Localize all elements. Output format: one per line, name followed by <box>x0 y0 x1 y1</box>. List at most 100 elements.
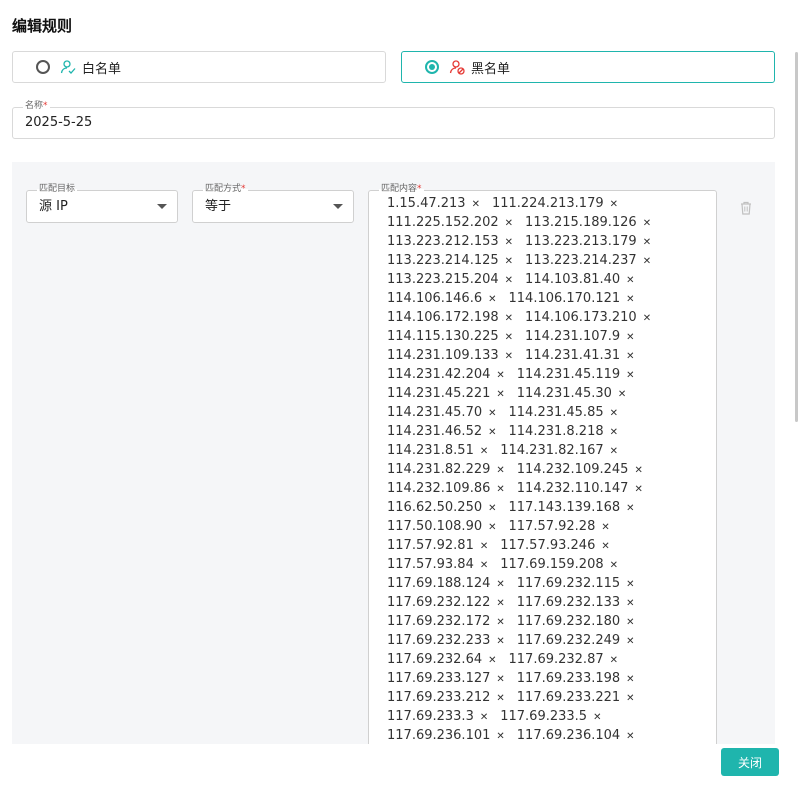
remove-tag-icon[interactable]: ✕ <box>626 294 634 305</box>
blacklist-label: 黑名单 <box>471 61 511 77</box>
ip-tag-text: 117.57.93.246 <box>500 538 596 553</box>
remove-tag-icon[interactable]: ✕ <box>643 313 651 324</box>
ip-tag-text: 114.231.109.133 <box>387 348 499 363</box>
name-label: 名称* <box>23 101 50 111</box>
remove-tag-icon[interactable]: ✕ <box>610 655 618 666</box>
match-method-value: 等于 <box>205 199 232 214</box>
remove-tag-icon[interactable]: ✕ <box>505 313 513 324</box>
ip-tag-text: 117.69.236.104 <box>516 728 621 743</box>
rule-panel: 源 IP 匹配目标 等于 匹配方式* 1.15.47.213 ✕ 111.224.2… <box>12 162 775 744</box>
remove-tag-icon[interactable]: ✕ <box>496 674 504 685</box>
remove-tag-icon[interactable]: ✕ <box>634 465 642 476</box>
remove-tag-icon[interactable]: ✕ <box>626 332 634 343</box>
name-input[interactable]: 2025-5-25 <box>12 107 775 139</box>
remove-tag-icon[interactable]: ✕ <box>610 427 618 438</box>
remove-tag-icon[interactable]: ✕ <box>472 199 480 210</box>
remove-tag-icon[interactable]: ✕ <box>496 598 504 609</box>
ip-tag-text: 114.106.173.210 <box>525 310 637 325</box>
remove-tag-icon[interactable]: ✕ <box>626 351 634 362</box>
ip-tag: 117.69.233.212 ✕ <box>387 689 505 708</box>
remove-tag-icon[interactable]: ✕ <box>488 294 496 305</box>
whitelist-label: 白名单 <box>82 61 122 77</box>
ip-tag: 117.69.159.208 ✕ <box>500 556 618 575</box>
remove-tag-icon[interactable]: ✕ <box>480 446 488 457</box>
remove-tag-icon[interactable]: ✕ <box>480 712 488 723</box>
match-target-select[interactable]: 源 IP <box>26 190 178 223</box>
remove-tag-icon[interactable]: ✕ <box>505 351 513 362</box>
ip-tag: 114.106.172.198 ✕ <box>387 309 513 328</box>
remove-tag-icon[interactable]: ✕ <box>601 541 609 552</box>
remove-tag-icon[interactable]: ✕ <box>496 465 504 476</box>
blacklist-option[interactable]: 黑名单 <box>401 51 775 83</box>
match-method-select[interactable]: 等于 <box>192 190 354 223</box>
remove-tag-icon[interactable]: ✕ <box>626 731 634 742</box>
remove-tag-icon[interactable]: ✕ <box>626 275 634 286</box>
remove-tag-icon[interactable]: ✕ <box>496 617 504 628</box>
ip-tag-text: 113.223.214.125 <box>387 253 499 268</box>
dialog-title: 编辑规则 <box>12 17 73 35</box>
ip-tag: 114.232.109.245 ✕ <box>517 461 643 480</box>
remove-tag-icon[interactable]: ✕ <box>488 655 496 666</box>
close-button[interactable]: 关闭 <box>721 748 779 776</box>
remove-tag-icon[interactable]: ✕ <box>626 636 634 647</box>
remove-tag-icon[interactable]: ✕ <box>496 579 504 590</box>
remove-tag-icon[interactable]: ✕ <box>626 674 634 685</box>
remove-tag-icon[interactable]: ✕ <box>496 636 504 647</box>
radio-checked[interactable] <box>425 60 439 74</box>
whitelist-option[interactable]: 白名单 <box>12 51 386 83</box>
remove-tag-icon[interactable]: ✕ <box>488 503 496 514</box>
remove-tag-icon[interactable]: ✕ <box>496 484 504 495</box>
ip-tag: 1.15.47.213 ✕ <box>387 195 480 214</box>
ip-tag-text: 114.115.130.225 <box>387 329 499 344</box>
ip-tag: 114.231.82.229 ✕ <box>387 461 505 480</box>
ip-tag: 117.69.232.64 ✕ <box>387 651 497 670</box>
remove-tag-icon[interactable]: ✕ <box>610 408 618 419</box>
remove-tag-icon[interactable]: ✕ <box>626 693 634 704</box>
match-target-label: 匹配目标 <box>37 184 78 194</box>
ip-tag-text: 117.69.236.101 <box>387 728 491 743</box>
remove-tag-icon[interactable]: ✕ <box>626 617 634 628</box>
remove-tag-icon[interactable]: ✕ <box>496 370 504 381</box>
caret-down-icon <box>157 204 167 209</box>
remove-tag-icon[interactable]: ✕ <box>634 484 642 495</box>
remove-tag-icon[interactable]: ✕ <box>496 731 504 742</box>
remove-tag-icon[interactable]: ✕ <box>626 579 634 590</box>
radio-unchecked[interactable] <box>36 60 50 74</box>
ip-tag: 111.224.213.179 ✕ <box>492 195 618 214</box>
remove-tag-icon[interactable]: ✕ <box>496 693 504 704</box>
ip-tag-text: 117.50.108.90 <box>387 519 483 534</box>
remove-tag-icon[interactable]: ✕ <box>610 560 618 571</box>
remove-tag-icon[interactable]: ✕ <box>610 446 618 457</box>
remove-tag-icon[interactable]: ✕ <box>488 408 496 419</box>
remove-tag-icon[interactable]: ✕ <box>643 256 651 267</box>
remove-tag-icon[interactable]: ✕ <box>505 275 513 286</box>
remove-tag-icon[interactable]: ✕ <box>488 522 496 533</box>
ip-tag-text: 117.69.232.249 <box>516 633 621 648</box>
remove-tag-icon[interactable]: ✕ <box>505 237 513 248</box>
remove-tag-icon[interactable]: ✕ <box>610 199 618 210</box>
trash-icon[interactable] <box>739 201 753 215</box>
remove-tag-icon[interactable]: ✕ <box>505 332 513 343</box>
remove-tag-icon[interactable]: ✕ <box>488 427 496 438</box>
remove-tag-icon[interactable]: ✕ <box>505 218 513 229</box>
remove-tag-icon[interactable]: ✕ <box>505 256 513 267</box>
match-content-input[interactable]: 1.15.47.213 ✕ 111.224.213.179 ✕111.225.152.… <box>368 190 717 744</box>
remove-tag-icon[interactable]: ✕ <box>626 370 634 381</box>
ip-tag: 114.106.146.6 ✕ <box>387 290 497 309</box>
remove-tag-icon[interactable]: ✕ <box>626 503 634 514</box>
ip-tag-text: 113.223.213.179 <box>525 234 637 249</box>
ip-tag-text: 113.215.189.126 <box>525 215 637 230</box>
remove-tag-icon[interactable]: ✕ <box>480 541 488 552</box>
remove-tag-icon[interactable]: ✕ <box>593 712 601 723</box>
remove-tag-icon[interactable]: ✕ <box>496 389 504 400</box>
ip-tag: 113.223.214.237 ✕ <box>525 252 651 271</box>
ip-tag: 113.215.189.126 ✕ <box>525 214 651 233</box>
remove-tag-icon[interactable]: ✕ <box>626 598 634 609</box>
remove-tag-icon[interactable]: ✕ <box>643 218 651 229</box>
remove-tag-icon[interactable]: ✕ <box>480 560 488 571</box>
remove-tag-icon[interactable]: ✕ <box>643 237 651 248</box>
ip-tag: 114.231.46.52 ✕ <box>387 423 497 442</box>
ip-tag-text: 117.69.232.87 <box>508 652 604 667</box>
remove-tag-icon[interactable]: ✕ <box>618 389 626 400</box>
remove-tag-icon[interactable]: ✕ <box>601 522 609 533</box>
